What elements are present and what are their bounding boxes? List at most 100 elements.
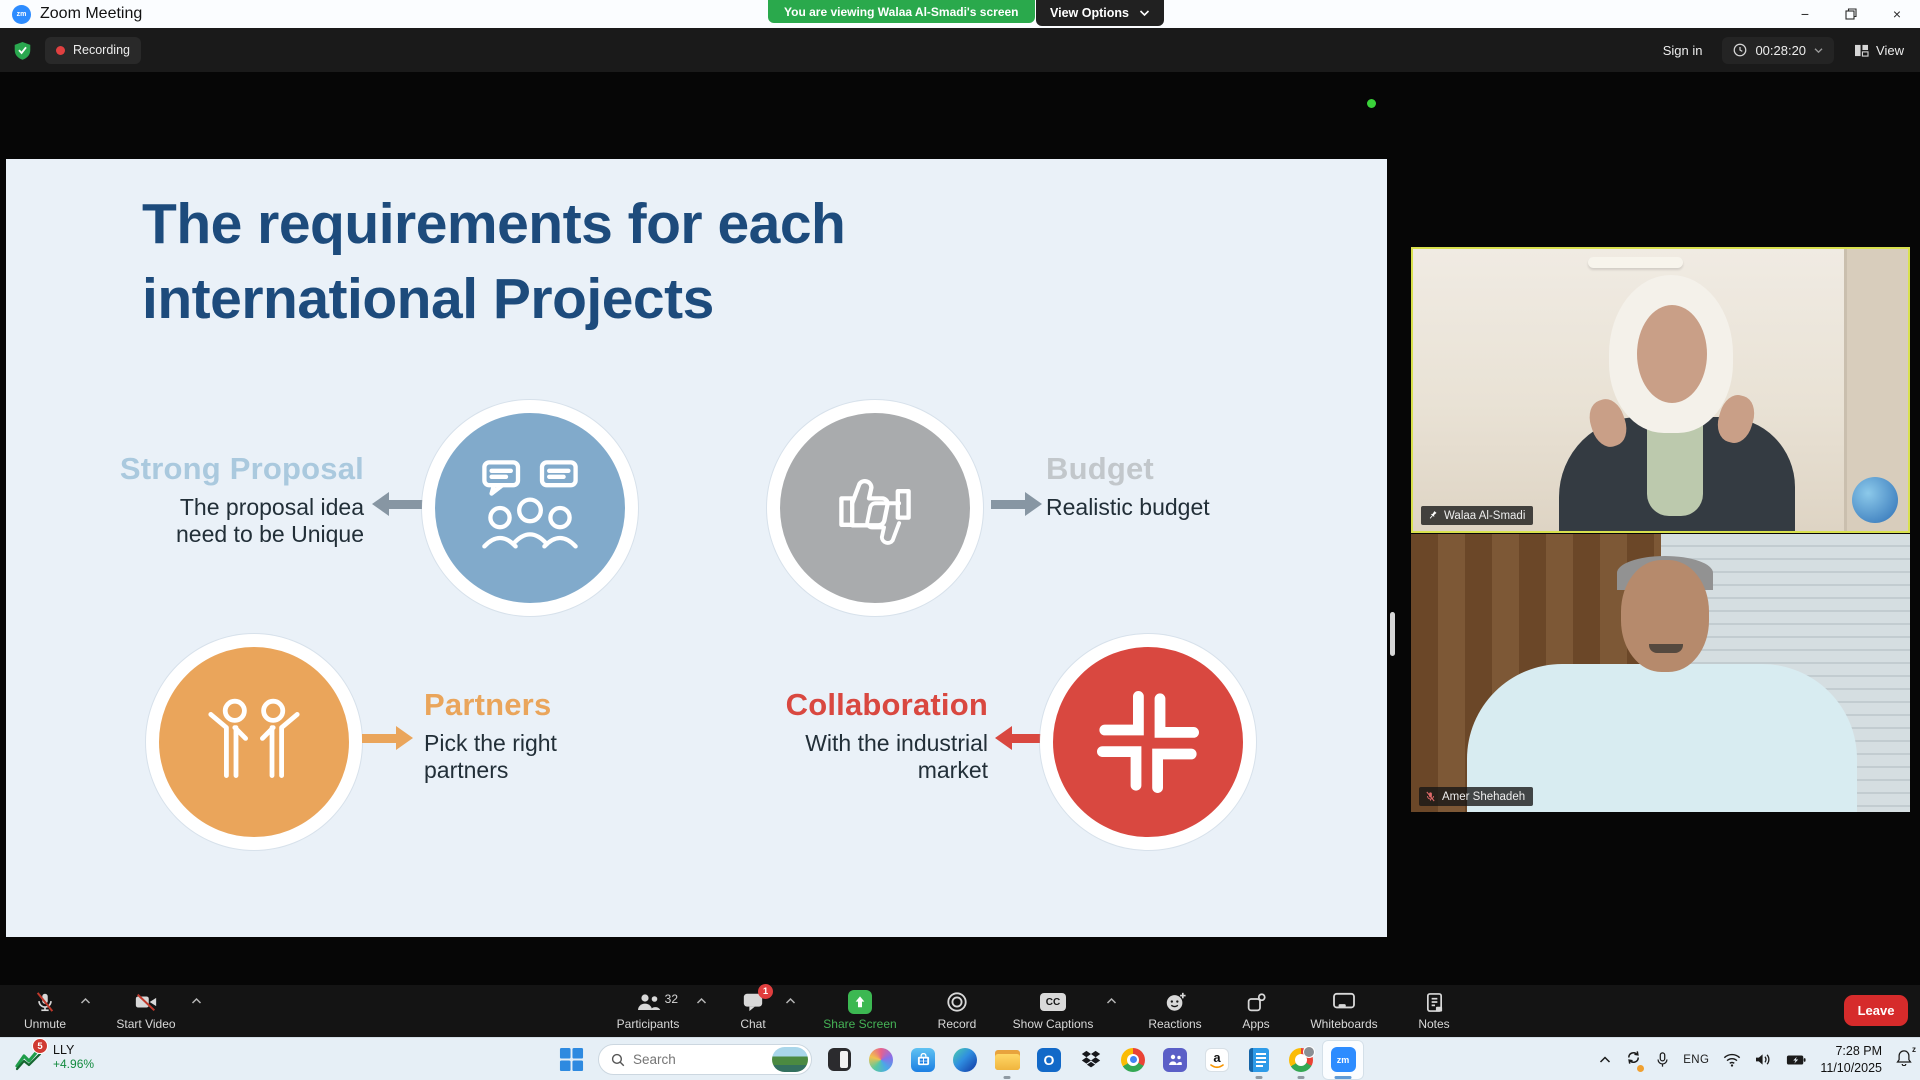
budget-text: Budget Realistic budget <box>1046 451 1376 521</box>
unmute-label: Unmute <box>24 1017 66 1031</box>
start-video-label: Start Video <box>116 1017 175 1031</box>
taskbar-app-notepad[interactable] <box>1238 1040 1280 1080</box>
tray-mic-icon[interactable] <box>1656 1052 1669 1068</box>
view-grid-icon <box>1854 44 1869 57</box>
mic-muted-icon <box>1425 791 1436 802</box>
budget-circle <box>767 400 983 616</box>
taskbar-app-zoom[interactable]: zm <box>1322 1040 1364 1080</box>
taskbar-clock[interactable]: 7:28 PM 11/10/2025 <box>1820 1043 1882 1076</box>
chevron-down-icon <box>1814 47 1823 54</box>
show-captions-button[interactable]: CC Show Captions <box>1000 985 1106 1031</box>
recording-dot-icon <box>56 46 65 55</box>
sync-status-icon[interactable] <box>1625 1049 1642 1071</box>
recording-indicator[interactable]: Recording <box>45 37 141 64</box>
globe-decoration <box>1852 477 1898 523</box>
discussion-icon <box>470 448 590 568</box>
language-indicator[interactable]: ENG <box>1683 1054 1709 1066</box>
start-video-button[interactable]: Start Video <box>103 985 189 1031</box>
taskbar-app-dropbox[interactable] <box>1070 1040 1112 1080</box>
collaboration-circle <box>1040 634 1256 850</box>
video-tile-walaa[interactable]: Walaa Al-Smadi <box>1411 247 1910 533</box>
zoom-control-toolbar: Unmute Start Video 32 Participants 1 Cha… <box>0 985 1920 1037</box>
viewing-screen-banner: You are viewing Walaa Al-Smadi's screen <box>768 0 1035 23</box>
budget-desc: Realistic budget <box>1046 494 1376 521</box>
search-input[interactable] <box>633 1052 751 1067</box>
battery-icon[interactable] <box>1786 1054 1806 1066</box>
share-screen-button[interactable]: Share Screen <box>806 985 914 1031</box>
taskbar-app-chrome-profile[interactable] <box>1280 1040 1322 1080</box>
meeting-timer[interactable]: 00:28:20 <box>1722 37 1834 64</box>
participants-icon: 32 <box>635 991 661 1013</box>
tray-date: 11/10/2025 <box>1820 1060 1882 1076</box>
apps-button[interactable]: Apps <box>1223 985 1289 1031</box>
stock-change: +4.96% <box>53 1057 94 1071</box>
amer-face <box>1621 560 1709 672</box>
arrow-right-icon <box>362 726 413 750</box>
taskbar-app-photos[interactable] <box>818 1040 860 1080</box>
taskbar-app-amazon[interactable]: a <box>1196 1040 1238 1080</box>
view-layout-button[interactable]: View <box>1854 43 1904 58</box>
taskbar-app-store[interactable] <box>902 1040 944 1080</box>
taskbar-app-outlook[interactable]: O <box>1028 1040 1070 1080</box>
stock-symbol: LLY <box>53 1043 94 1057</box>
reactions-icon <box>1164 991 1187 1013</box>
unmute-button[interactable]: Unmute <box>12 985 78 1031</box>
teams-icon <box>1163 1048 1187 1072</box>
video-options-chevron[interactable] <box>191 997 202 1005</box>
taskbar-search[interactable] <box>598 1044 812 1075</box>
participants-button[interactable]: 32 Participants <box>600 985 696 1031</box>
start-button[interactable] <box>550 1040 592 1080</box>
search-icon <box>611 1053 625 1067</box>
volume-icon[interactable] <box>1755 1052 1772 1067</box>
apps-label: Apps <box>1242 1017 1269 1031</box>
chat-button[interactable]: 1 Chat <box>721 985 785 1031</box>
tray-time: 7:28 PM <box>1820 1043 1882 1059</box>
record-icon <box>946 991 968 1013</box>
captions-options-chevron[interactable] <box>1106 997 1117 1005</box>
collaboration-desc1: With the industrial <box>666 730 988 757</box>
taskbar-app-edge[interactable] <box>944 1040 986 1080</box>
notes-button[interactable]: Notes <box>1399 985 1469 1031</box>
view-options-button[interactable]: View Options <box>1036 0 1164 26</box>
leave-button[interactable]: Leave <box>1844 995 1908 1026</box>
search-highlight-image[interactable] <box>772 1047 808 1072</box>
chevron-down-icon <box>1139 9 1150 17</box>
arrow-right-icon <box>991 492 1042 516</box>
show-captions-label: Show Captions <box>1013 1017 1094 1031</box>
panel-resize-handle[interactable] <box>1390 612 1395 656</box>
timer-value: 00:28:20 <box>1755 43 1806 58</box>
ms-store-icon <box>911 1048 935 1072</box>
video-tile-amer[interactable]: Amer Shehadeh <box>1411 534 1910 812</box>
meeting-top-bar: Recording Sign in 00:28:20 View <box>0 28 1920 72</box>
tray-expand-chevron[interactable] <box>1599 1055 1611 1064</box>
zoom-app-icon: zm <box>12 5 31 24</box>
taskbar-app-chrome[interactable] <box>1112 1040 1154 1080</box>
record-button[interactable]: Record <box>914 985 1000 1031</box>
clock-icon <box>1733 43 1747 57</box>
whiteboards-button[interactable]: Whiteboards <box>1289 985 1399 1031</box>
collaboration-desc: With the industrial market <box>666 730 988 784</box>
security-shield-icon[interactable] <box>14 41 31 60</box>
notification-center-icon[interactable]: z <box>1896 1049 1912 1071</box>
sign-in-button[interactable]: Sign in <box>1663 43 1703 58</box>
windows-taskbar: 5 LLY +4.96% <box>0 1037 1920 1080</box>
meeting-stage: The requirements for each international … <box>0 72 1920 985</box>
slide-title-line2: international Projects <box>142 262 845 337</box>
restore-button[interactable] <box>1828 0 1874 28</box>
restore-icon <box>1845 8 1857 20</box>
taskbar-stock-widget[interactable]: 5 LLY +4.96% <box>14 1042 94 1072</box>
chat-options-chevron[interactable] <box>785 997 796 1005</box>
taskbar-app-copilot[interactable] <box>860 1040 902 1080</box>
unmute-options-chevron[interactable] <box>80 997 91 1005</box>
close-button[interactable]: × <box>1874 0 1920 28</box>
taskbar-app-file-explorer[interactable] <box>986 1040 1028 1080</box>
window-titlebar: zm Zoom Meeting You are viewing Walaa Al… <box>0 0 1920 28</box>
wifi-icon[interactable] <box>1723 1053 1741 1067</box>
strong-proposal-desc: The proposal idea need to be Unique <box>42 494 364 548</box>
taskbar-app-teams[interactable] <box>1154 1040 1196 1080</box>
participants-options-chevron[interactable] <box>696 997 707 1005</box>
chat-unread-badge: 1 <box>758 984 773 999</box>
reactions-button[interactable]: Reactions <box>1127 985 1223 1031</box>
strong-proposal-desc2: need to be Unique <box>42 521 364 548</box>
minimize-button[interactable]: − <box>1782 0 1828 28</box>
